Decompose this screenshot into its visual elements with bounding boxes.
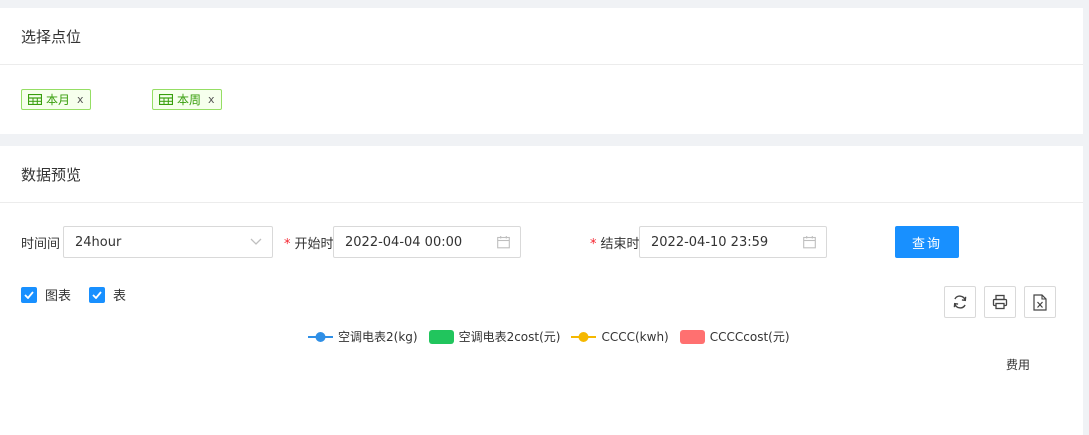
excel-export-icon bbox=[1033, 293, 1047, 311]
point-tag-label: 本月 bbox=[46, 93, 71, 107]
end-time-label-text: 结束时 bbox=[600, 237, 640, 252]
legend-bar-marker bbox=[428, 329, 454, 344]
y-axis-name: 费用 bbox=[1006, 358, 1031, 372]
calendar-icon bbox=[497, 236, 510, 249]
required-mark: * bbox=[590, 237, 597, 252]
interval-value: 24hour bbox=[75, 234, 122, 250]
legend-item[interactable]: 空调电表2cost(元) bbox=[428, 328, 561, 345]
point-tag-month[interactable]: 本月 x bbox=[21, 89, 91, 110]
checkbox-checked-icon[interactable] bbox=[89, 286, 105, 303]
start-time-picker[interactable]: 2022-04-04 00:00 bbox=[333, 226, 521, 258]
print-icon bbox=[992, 294, 1008, 310]
data-preview-panel: 数据预览 bbox=[0, 146, 1083, 435]
table-icon bbox=[159, 94, 173, 105]
close-icon[interactable]: x bbox=[208, 93, 215, 106]
chevron-down-icon bbox=[250, 238, 262, 246]
start-time-label: * 开始时 bbox=[284, 233, 334, 252]
legend-item[interactable]: 空调电表2(kg) bbox=[308, 328, 418, 345]
checkbox-checked-icon[interactable] bbox=[21, 286, 37, 303]
legend-item[interactable]: CCCCcost(元) bbox=[679, 328, 790, 345]
point-tag-week[interactable]: 本周 x bbox=[152, 89, 222, 110]
start-time-value: 2022-04-04 00:00 bbox=[345, 234, 463, 250]
interval-label: 时间间 bbox=[21, 237, 61, 252]
legend-label: 空调电表2(kg) bbox=[338, 330, 418, 344]
legend-label: CCCCcost(元) bbox=[709, 330, 790, 344]
legend-line-marker bbox=[308, 331, 333, 342]
legend-line-marker bbox=[571, 331, 597, 342]
legend-label: CCCC(kwh) bbox=[601, 329, 669, 344]
calendar-icon bbox=[803, 236, 816, 249]
interval-select[interactable]: 24hour bbox=[63, 226, 273, 258]
checkbox-table[interactable]: 表 bbox=[89, 285, 126, 304]
end-time-picker[interactable]: 2022-04-10 23:59 bbox=[639, 226, 827, 258]
page-scrollbar[interactable] bbox=[1083, 0, 1089, 435]
legend-item[interactable]: CCCC(kwh) bbox=[571, 329, 669, 344]
excel-export-button[interactable] bbox=[1024, 286, 1056, 318]
checkbox-chart-label: 图表 bbox=[45, 289, 72, 304]
checkbox-chart[interactable]: 图表 bbox=[21, 285, 71, 304]
close-icon[interactable]: x bbox=[77, 93, 84, 106]
table-icon bbox=[28, 94, 42, 105]
chart-legend: 空调电表2(kg) 空调电表2cost(元) CCCC(kwh) CCCCcos… bbox=[308, 328, 801, 345]
end-time-label: * 结束时 bbox=[590, 233, 640, 252]
refresh-icon bbox=[953, 295, 967, 309]
select-points-panel: 选择点位 bbox=[0, 8, 1083, 134]
checkbox-table-label: 表 bbox=[113, 289, 127, 304]
print-button[interactable] bbox=[984, 286, 1016, 318]
legend-label: 空调电表2cost(元) bbox=[458, 330, 561, 344]
start-time-label-text: 开始时 bbox=[294, 237, 334, 252]
data-preview-title: 数据预览 bbox=[0, 146, 1083, 203]
query-button[interactable]: 查询 bbox=[895, 226, 959, 258]
point-tag-label: 本周 bbox=[177, 93, 202, 107]
select-points-title: 选择点位 bbox=[0, 8, 1083, 65]
end-time-value: 2022-04-10 23:59 bbox=[651, 234, 769, 250]
refresh-button[interactable] bbox=[944, 286, 976, 318]
legend-bar-marker bbox=[679, 329, 705, 344]
required-mark: * bbox=[284, 237, 291, 252]
